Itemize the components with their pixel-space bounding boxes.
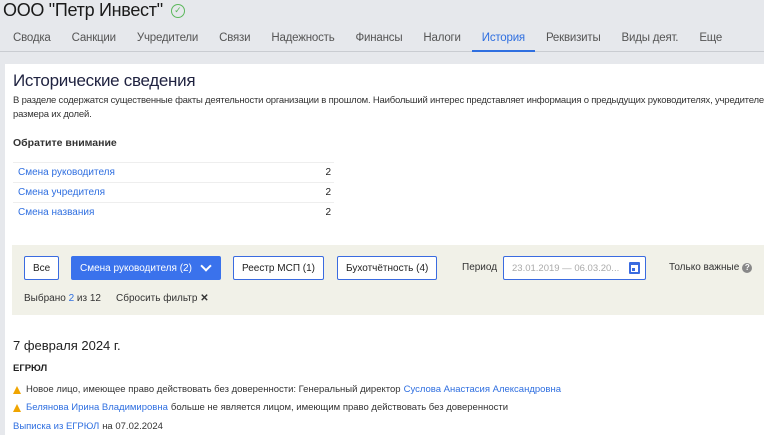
extract-line: Выписка из ЕГРЮЛ на 07.02.2024 xyxy=(13,421,163,432)
selected-count: Выбрано 2 из 12 xyxy=(24,293,101,304)
tab-activities[interactable]: Виды деят. xyxy=(622,26,679,52)
list-item: Смена учредителя 2 xyxy=(13,182,334,202)
item-count: 2 xyxy=(325,167,331,178)
period-label: Период xyxy=(462,262,498,273)
selected-number: 2 xyxy=(68,293,75,304)
event-item: Белянова Ирина Владимировна больше не явл… xyxy=(13,402,508,413)
section-title: Исторические сведения xyxy=(13,71,196,90)
event-source: ЕГРЮЛ xyxy=(13,363,48,374)
calendar-icon[interactable] xyxy=(629,262,640,274)
change-name-link[interactable]: Смена названия xyxy=(18,207,94,218)
selected-prefix: Выбрано xyxy=(24,293,66,304)
filter-bar: Все Смена руководителя (2) Реестр МСП (1… xyxy=(12,245,764,315)
item-count: 2 xyxy=(325,187,331,198)
item-count: 2 xyxy=(325,207,331,218)
reset-label: Сбросить фильтр xyxy=(116,293,198,304)
tab-sanctions[interactable]: Санкции xyxy=(72,26,116,52)
reset-filter-link[interactable]: Сбросить фильтр ✕ xyxy=(116,293,209,304)
warning-icon xyxy=(13,385,21,394)
verified-check-icon: ✓ xyxy=(170,3,185,18)
tab-history[interactable]: История xyxy=(471,26,535,52)
tab-founders[interactable]: Учредители xyxy=(137,26,198,52)
filter-accounting-button[interactable]: Бухотчётность (4) xyxy=(337,256,438,280)
selected-suffix: из 12 xyxy=(76,293,101,304)
egrul-extract-link[interactable]: Выписка из ЕГРЮЛ xyxy=(13,421,99,432)
filter-leader-button[interactable]: Смена руководителя (2) xyxy=(71,256,221,280)
tab-taxes[interactable]: Налоги xyxy=(423,26,461,52)
company-title: ООО "Петр Инвест" ✓ xyxy=(3,0,185,21)
person-link[interactable]: Белянова Ирина Владимировна xyxy=(26,402,168,413)
section-description: В разделе содержатся существенные факты … xyxy=(13,95,764,120)
event-date: 7 февраля 2024 г. xyxy=(13,338,121,353)
filter-msp-button[interactable]: Реестр МСП (1) xyxy=(233,256,325,280)
period-input[interactable]: 23.01.2019 — 06.03.20... xyxy=(503,256,646,280)
attention-title: Обратите внимание xyxy=(13,137,117,149)
tab-bar: Сводка Санкции Учредители Связи Надежнос… xyxy=(0,26,764,52)
event-item: Новое лицо, имеющее право действовать бе… xyxy=(13,384,561,395)
extract-date: на 07.02.2024 xyxy=(102,421,163,432)
tab-more[interactable]: Еще xyxy=(699,26,722,52)
company-name: ООО "Петр Инвест" xyxy=(3,0,163,20)
tab-reliability[interactable]: Надежность xyxy=(271,26,334,52)
important-only-toggle[interactable]: Только важные? xyxy=(669,262,753,273)
event-text: больше не является лицом, имеющим право … xyxy=(170,402,509,413)
tab-finance[interactable]: Финансы xyxy=(356,26,403,52)
tab-summary[interactable]: Сводка xyxy=(13,26,51,52)
period-value: 23.01.2019 — 06.03.20... xyxy=(512,263,620,274)
change-leader-link[interactable]: Смена руководителя xyxy=(18,167,115,178)
tab-requisites[interactable]: Реквизиты xyxy=(546,26,601,52)
warning-icon xyxy=(13,403,21,412)
close-icon: ✕ xyxy=(200,293,209,304)
chevron-down-icon xyxy=(200,260,212,272)
history-panel: Исторические сведения В разделе содержат… xyxy=(5,64,764,435)
list-item: Смена названия 2 xyxy=(13,202,334,222)
important-label: Только важные xyxy=(669,262,740,273)
change-founder-link[interactable]: Смена учредителя xyxy=(18,187,105,198)
person-link[interactable]: Суслова Анастасия Александровна xyxy=(404,384,561,395)
tab-links[interactable]: Связи xyxy=(219,26,250,52)
help-icon[interactable]: ? xyxy=(742,263,753,273)
list-item: Смена руководителя 2 xyxy=(13,162,334,182)
attention-list: Смена руководителя 2 Смена учредителя 2 См… xyxy=(13,162,334,222)
filter-all-button[interactable]: Все xyxy=(24,256,60,280)
filter-leader-label: Смена руководителя (2) xyxy=(80,262,192,274)
event-text: Новое лицо, имеющее право действовать бе… xyxy=(26,384,401,395)
